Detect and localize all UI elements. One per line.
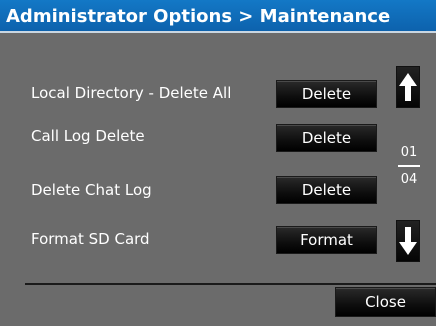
row-label-chat-log: Delete Chat Log xyxy=(31,181,152,199)
maintenance-screen: Administrator Options > Maintenance Loca… xyxy=(0,0,436,326)
scroll-up-button[interactable] xyxy=(396,66,420,108)
delete-call-log-button[interactable]: Delete xyxy=(276,124,377,152)
close-button[interactable]: Close xyxy=(335,287,436,317)
page-title: Administrator Options > Maintenance xyxy=(0,0,436,33)
delete-local-directory-button[interactable]: Delete xyxy=(276,80,377,108)
footer-separator xyxy=(25,283,436,285)
arrow-up-icon xyxy=(399,73,417,101)
scroll-down-button[interactable] xyxy=(396,220,420,262)
row-label-format-sd: Format SD Card xyxy=(31,230,150,248)
page-divider xyxy=(398,165,420,167)
delete-chat-log-button[interactable]: Delete xyxy=(276,176,377,204)
page-total: 04 xyxy=(400,172,418,187)
format-sd-card-button[interactable]: Format xyxy=(276,226,377,254)
row-label-call-log: Call Log Delete xyxy=(31,127,145,145)
page-current: 01 xyxy=(400,145,418,160)
row-label-local-directory: Local Directory - Delete All xyxy=(31,84,232,102)
arrow-down-icon xyxy=(399,227,417,255)
